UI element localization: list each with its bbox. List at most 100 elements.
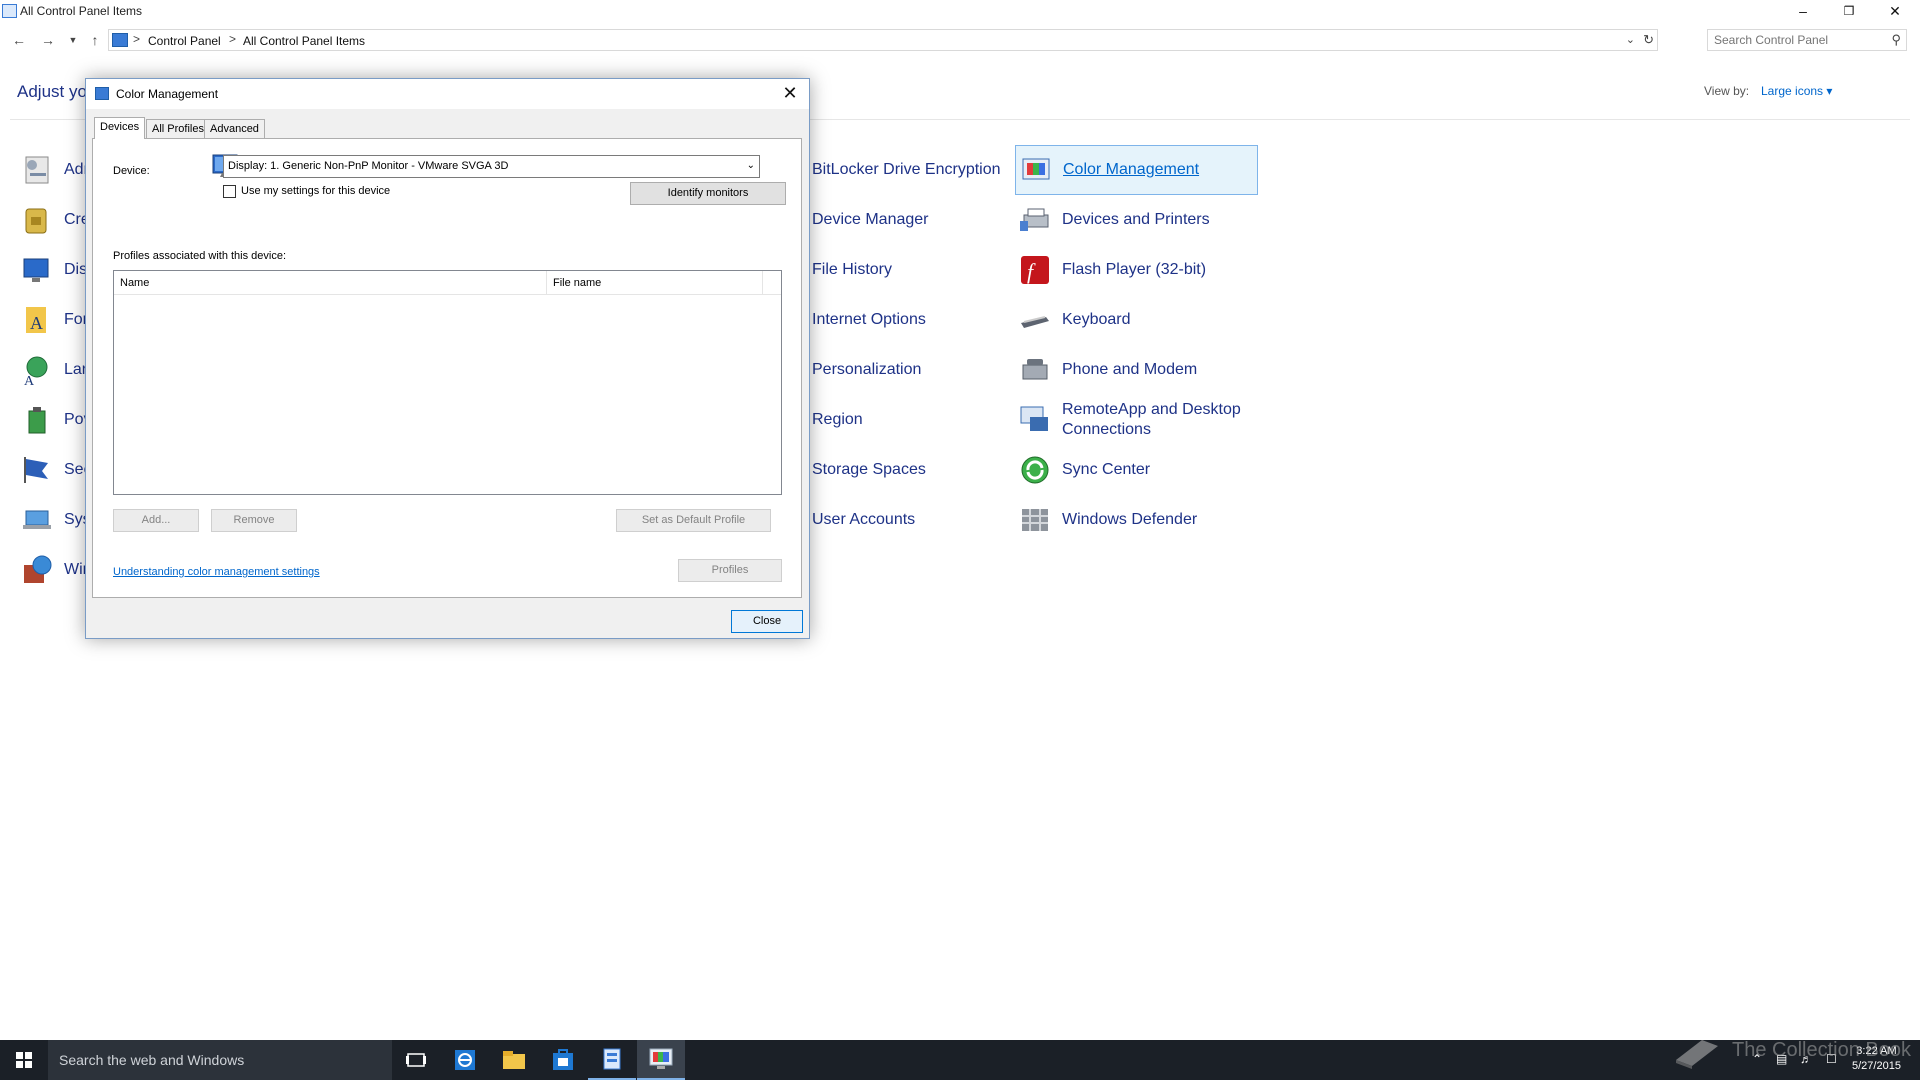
- cp-item-label: Windows Defender: [1062, 511, 1198, 528]
- taskbar: Search the web and Windows ⌃ ▤ ♬ ☐ 3:22 …: [0, 1040, 1920, 1080]
- security-flag-icon: [20, 453, 54, 487]
- keyboard-icon: [1018, 303, 1052, 337]
- up-arrow-icon[interactable]: ↑: [84, 30, 106, 50]
- flash-icon: f: [1018, 253, 1052, 287]
- column-header-name[interactable]: Name: [114, 271, 547, 295]
- internet-explorer-icon[interactable]: [441, 1040, 489, 1080]
- cp-item-flash-player[interactable]: f Flash Player (32-bit): [1018, 250, 1206, 290]
- cp-item-region[interactable]: Region: [812, 400, 863, 440]
- admin-tools-icon: [20, 153, 54, 187]
- taskbar-search[interactable]: Search the web and Windows: [48, 1040, 392, 1080]
- tab-all-profiles[interactable]: All Profiles: [146, 119, 210, 138]
- cp-item-credential-manager[interactable]: Cre: [20, 200, 90, 240]
- add-profile-button[interactable]: Add...: [113, 509, 199, 532]
- cp-item-phone-and-modem[interactable]: Phone and Modem: [1018, 350, 1197, 390]
- breadcrumb-separator: >: [133, 32, 141, 46]
- use-my-settings-checkbox[interactable]: [223, 185, 236, 198]
- credential-manager-icon: [20, 203, 54, 237]
- set-default-profile-button[interactable]: Set as Default Profile: [616, 509, 771, 532]
- profiles-list[interactable]: Name File name: [113, 270, 782, 495]
- cp-item-device-manager[interactable]: Device Manager: [812, 200, 929, 240]
- cp-item-color-management[interactable]: Color Management: [1015, 145, 1258, 195]
- search-box[interactable]: ⚲: [1707, 29, 1907, 51]
- cp-item-label: Keyboard: [1062, 311, 1131, 328]
- cp-item-label: Sync Center: [1062, 461, 1151, 478]
- cp-item-label: Devices and Printers: [1062, 211, 1210, 228]
- profiles-list-header: Name File name: [114, 271, 781, 295]
- cp-item-label: Internet Options: [812, 311, 926, 328]
- color-management-dialog: Color Management ✕ Devices All Profiles …: [85, 78, 810, 639]
- window-close-button[interactable]: ✕: [1872, 0, 1918, 22]
- remove-profile-button[interactable]: Remove: [211, 509, 297, 532]
- file-explorer-icon[interactable]: [490, 1040, 538, 1080]
- cp-item-keyboard[interactable]: Keyboard: [1018, 300, 1131, 340]
- close-button[interactable]: Close: [731, 610, 803, 633]
- cp-item-bitlocker[interactable]: BitLocker Drive Encryption: [812, 150, 1001, 190]
- back-arrow-icon[interactable]: ←: [8, 30, 30, 50]
- cp-item-user-accounts[interactable]: User Accounts: [812, 500, 915, 540]
- cp-item-windows-firewall[interactable]: Wir: [20, 550, 88, 590]
- color-management-taskbar-icon[interactable]: [637, 1040, 685, 1080]
- profiles-button[interactable]: Profiles: [678, 559, 782, 582]
- cp-item-system[interactable]: Sys: [20, 500, 91, 540]
- watermark: The Collection Book: [1672, 1030, 1911, 1070]
- cp-item-power-options[interactable]: Pov: [20, 400, 92, 440]
- profiles-associated-label: Profiles associated with this device:: [113, 250, 287, 262]
- control-panel-icon: [2, 4, 17, 18]
- phone-icon: [1018, 353, 1052, 387]
- cp-item-label: BitLocker Drive Encryption: [812, 161, 1001, 178]
- cp-item-label: Device Manager: [812, 211, 929, 228]
- cp-item-devices-and-printers[interactable]: Devices and Printers: [1018, 200, 1210, 240]
- recent-locations-chevron-icon[interactable]: ▼: [62, 30, 84, 50]
- store-icon[interactable]: [539, 1040, 587, 1080]
- identify-monitors-button[interactable]: Identify monitors: [630, 182, 786, 205]
- restore-button[interactable]: ❒: [1826, 0, 1872, 22]
- help-link[interactable]: Understanding color management settings: [113, 566, 320, 578]
- start-button[interactable]: [0, 1040, 48, 1080]
- cp-item-label: Personalization: [812, 361, 922, 378]
- tab-devices[interactable]: Devices: [94, 117, 146, 139]
- task-view-icon[interactable]: [392, 1040, 440, 1080]
- cp-item-language[interactable]: A Lan: [20, 350, 91, 390]
- address-bar[interactable]: > Control Panel > All Control Panel Item…: [108, 29, 1658, 51]
- cp-item-storage-spaces[interactable]: Storage Spaces: [812, 450, 926, 490]
- cp-item-security[interactable]: Sec: [20, 450, 92, 490]
- breadcrumb-all-items[interactable]: All Control Panel Items: [243, 34, 365, 48]
- cp-item-remoteapp[interactable]: RemoteApp and Desktop Connections: [1018, 398, 1241, 442]
- cp-item-personalization[interactable]: Personalization: [812, 350, 921, 390]
- search-input[interactable]: [1708, 30, 1878, 50]
- search-icon[interactable]: ⚲: [1891, 32, 1901, 48]
- cp-item-fonts[interactable]: A For: [20, 300, 88, 340]
- sync-icon: [1018, 453, 1052, 487]
- system-icon: [20, 503, 54, 537]
- forward-arrow-icon[interactable]: →: [37, 30, 59, 50]
- cp-item-internet-options[interactable]: Internet Options: [812, 300, 926, 340]
- cp-item-label: RemoteApp and Desktop Connections: [1062, 400, 1241, 440]
- tab-advanced[interactable]: Advanced: [204, 119, 265, 138]
- cp-item-administrative-tools[interactable]: Adr: [20, 150, 89, 190]
- watermark-text: The Collection Book: [1732, 1038, 1911, 1061]
- refresh-icon[interactable]: ↻: [1643, 32, 1654, 48]
- dialog-titlebar: Color Management ✕: [86, 79, 809, 109]
- cp-item-label: Phone and Modem: [1062, 361, 1198, 378]
- breadcrumb-control-panel[interactable]: Control Panel: [148, 34, 221, 48]
- view-by-dropdown[interactable]: Large icons ▾: [1761, 84, 1832, 98]
- cp-item-label: User Accounts: [812, 511, 916, 528]
- control-panel-taskbar-icon[interactable]: [588, 1040, 636, 1080]
- devices-tab-panel: Device: Display: 1. Generic Non-PnP Moni…: [92, 138, 802, 598]
- power-options-icon: [20, 403, 54, 437]
- use-my-settings-label: Use my settings for this device: [241, 185, 391, 197]
- cp-item-file-history[interactable]: File History: [812, 250, 892, 290]
- minimize-button[interactable]: –: [1780, 0, 1826, 22]
- window-titlebar: All Control Panel Items – ❒ ✕: [0, 0, 1920, 24]
- cp-item-windows-defender[interactable]: Windows Defender: [1018, 500, 1197, 540]
- windows-logo-icon: [16, 1052, 32, 1068]
- breadcrumb-separator: >: [229, 32, 237, 46]
- cp-item-label: Region: [812, 411, 863, 428]
- device-select[interactable]: Display: 1. Generic Non-PnP Monitor - VM…: [223, 155, 760, 178]
- cp-item-sync-center[interactable]: Sync Center: [1018, 450, 1150, 490]
- address-dropdown-chevron-icon[interactable]: ⌄: [1626, 33, 1635, 46]
- column-header-file-name[interactable]: File name: [547, 271, 763, 295]
- dialog-close-icon[interactable]: ✕: [777, 81, 803, 105]
- cp-item-display[interactable]: Dis: [20, 250, 87, 290]
